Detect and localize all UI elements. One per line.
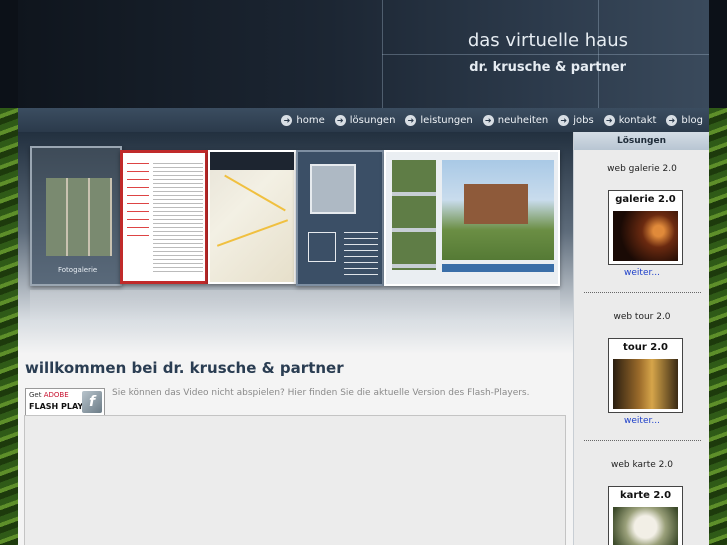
thumbnail-tour[interactable]: tour 2.0 (608, 338, 683, 413)
flash-get-label: Get (29, 391, 42, 399)
video-player-area[interactable] (24, 415, 566, 545)
thumbnail-karte[interactable]: karte 2.0 (608, 486, 683, 545)
sidebar-item-tour: web tour 2.0 (574, 312, 710, 322)
karte-image (613, 507, 678, 545)
site-title: das virtuelle haus (467, 30, 628, 51)
thumbnail-label: galerie 2.0 (615, 194, 676, 205)
tour-main-image (442, 160, 554, 260)
nav-item-jobs[interactable]: ➜ jobs (558, 114, 594, 126)
banner-panel-map (208, 150, 296, 284)
flash-message: Sie können das Video nicht abspielen? Hi… (112, 388, 530, 398)
nav-item-loesungen[interactable]: ➜ lösungen (334, 114, 396, 126)
sidebar-item-karte: web karte 2.0 (574, 460, 710, 470)
document-text (153, 163, 203, 273)
arrow-right-circle-icon: ➜ (405, 114, 417, 126)
floorplan-graphic (310, 164, 356, 214)
leaf-decoration-right (709, 108, 727, 545)
arrow-right-circle-icon: ➜ (666, 114, 678, 126)
sidebar: Lösungen web galerie 2.0 galerie 2.0 wei… (573, 132, 709, 545)
sidebar-item-title: web tour 2.0 (613, 312, 671, 322)
nav-item-blog[interactable]: ➜ blog (666, 114, 703, 126)
site-header: das virtuelle haus dr. krusche & partner (18, 0, 709, 108)
banner-panel-document (120, 150, 208, 284)
thumbnail-label: karte 2.0 (619, 490, 672, 501)
nav-item-kontakt[interactable]: ➜ kontakt (603, 114, 657, 126)
sidebar-item-title: web galerie 2.0 (607, 164, 677, 174)
thumbnail-galerie[interactable]: galerie 2.0 (608, 190, 683, 265)
house-outline (308, 232, 336, 262)
get-flash-player-button[interactable]: Get ADOBE FLASH PLAYER f (25, 388, 105, 416)
adobe-label: ADOBE (43, 391, 69, 399)
leaf-decoration-left (0, 108, 18, 545)
galerie-image (613, 211, 678, 261)
sidebar-heading: Lösungen (574, 132, 709, 150)
divider (584, 440, 701, 441)
sidebar-item-galerie: web galerie 2.0 (574, 164, 710, 174)
map-road (224, 174, 286, 212)
nav-label: lösungen (349, 114, 396, 126)
nav-item-home[interactable]: ➜ home (281, 114, 325, 126)
banner-panel-tour (384, 150, 560, 286)
banner-panel-floorplan (296, 150, 384, 286)
flash-icon: f (82, 391, 102, 413)
nav-label: home (296, 114, 325, 126)
sidebar-item-title: web karte 2.0 (611, 460, 673, 470)
house-image (464, 184, 528, 224)
arrow-right-circle-icon: ➜ (334, 114, 346, 126)
nav-item-neuheiten[interactable]: ➜ neuheiten (482, 114, 549, 126)
photo-grid (46, 178, 112, 256)
nav-item-leistungen[interactable]: ➜ leistungen (405, 114, 473, 126)
nav-label: kontakt (618, 114, 657, 126)
tour-image (613, 359, 678, 409)
arrow-right-circle-icon: ➜ (482, 114, 494, 126)
hero-banner: Fotogalerie (18, 132, 573, 354)
nav-label: neuheiten (497, 114, 549, 126)
arrow-right-circle-icon: ➜ (281, 114, 293, 126)
page-title: willkommen bei dr. krusche & partner (25, 359, 344, 377)
document-menu (127, 163, 149, 243)
banner-reflection (30, 290, 560, 330)
tour-controls (442, 264, 554, 272)
flash-get-text: Get ADOBE (29, 391, 69, 399)
banner-panel-gallery: Fotogalerie (30, 146, 122, 286)
arrow-right-circle-icon: ➜ (603, 114, 615, 126)
main-navigation: ➜ home ➜ lösungen ➜ leistungen ➜ neuheiten ➜… (18, 108, 709, 132)
main-content: willkommen bei dr. krusche & partner Get… (18, 354, 573, 545)
site-subtitle: dr. krusche & partner (469, 60, 626, 75)
nav-label: leistungen (420, 114, 473, 126)
more-link-tour[interactable]: weiter... (574, 416, 710, 426)
tour-thumbnails (392, 160, 436, 270)
thumbnail-label: tour 2.0 (623, 342, 668, 353)
map-header (210, 152, 294, 170)
banner-caption: Fotogalerie (58, 266, 98, 274)
map-road (216, 219, 289, 247)
header-line (382, 54, 709, 55)
floorplan-table (344, 232, 378, 276)
more-link-galerie[interactable]: weiter... (574, 268, 710, 278)
divider (584, 292, 701, 293)
nav-label: jobs (573, 114, 594, 126)
arrow-right-circle-icon: ➜ (558, 114, 570, 126)
nav-label: blog (681, 114, 703, 126)
